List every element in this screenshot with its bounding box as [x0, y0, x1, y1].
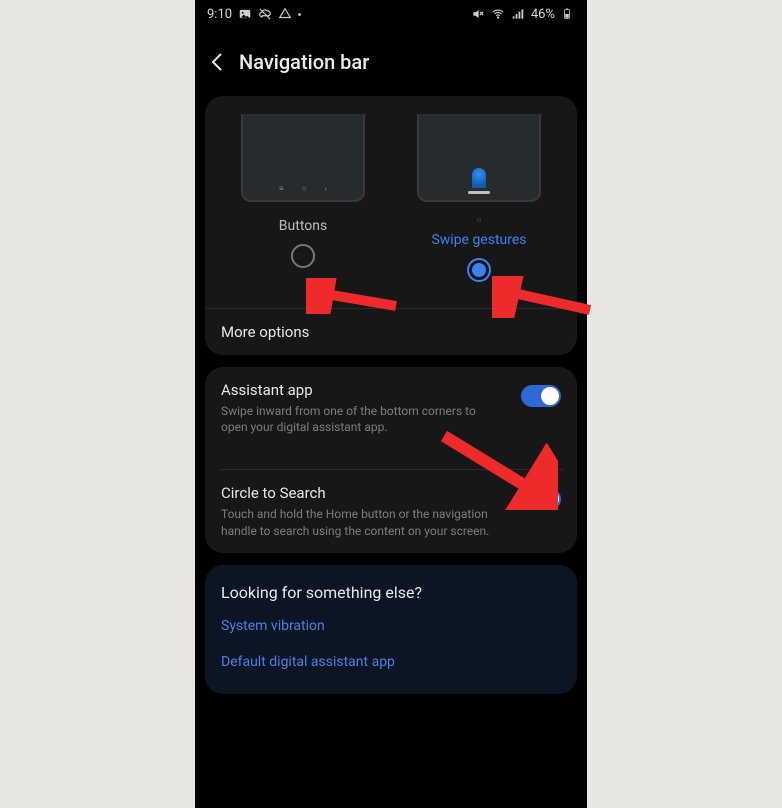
circle-to-search-row[interactable]: Circle to Search Touch and hold the Home…: [205, 470, 577, 552]
nav-type-option-buttons[interactable]: ≡○‹ Buttons: [233, 114, 373, 282]
circle-to-search-toggle[interactable]: [521, 488, 561, 510]
assistant-app-toggle[interactable]: [521, 385, 561, 407]
setting-subtitle: Swipe inward from one of the bottom corn…: [221, 403, 509, 435]
link-default-assistant[interactable]: Default digital assistant app: [205, 644, 577, 680]
setting-subtitle: Touch and hold the Home button or the na…: [221, 506, 509, 538]
nav-type-card: ≡○‹ Buttons ○ Swipe gestures: [205, 96, 577, 355]
setting-title: Assistant app: [221, 381, 509, 399]
cloud-off-icon: [258, 7, 272, 21]
setting-title: Circle to Search: [221, 484, 509, 502]
status-bar: 9:10: [195, 0, 587, 28]
header: Navigation bar: [195, 28, 587, 90]
more-options-label: More options: [221, 323, 309, 341]
battery-icon: [561, 7, 575, 21]
nav-type-option-gestures[interactable]: ○ Swipe gestures: [409, 114, 549, 282]
preview-gestures: [417, 114, 541, 202]
radio-buttons[interactable]: [291, 244, 315, 268]
mute-icon: [471, 7, 485, 21]
drive-icon: [278, 7, 292, 21]
option-label: Buttons: [279, 218, 327, 234]
wifi-icon: [491, 7, 505, 21]
looking-for-title: Looking for something else?: [205, 565, 577, 608]
radio-gestures[interactable]: [467, 258, 491, 282]
looking-for-card: Looking for something else? System vibra…: [205, 565, 577, 694]
preview-buttons: ≡○‹: [241, 114, 365, 202]
phone-frame: 9:10: [195, 0, 587, 808]
photo-icon: [238, 7, 252, 21]
link-system-vibration[interactable]: System vibration: [205, 608, 577, 644]
status-battery-text: 46%: [531, 7, 555, 22]
assistant-app-row[interactable]: Assistant app Swipe inward from one of t…: [205, 367, 577, 449]
status-time: 9:10: [207, 7, 232, 22]
more-options-row[interactable]: More options: [205, 309, 577, 355]
page-title: Navigation bar: [239, 50, 369, 74]
option-label: Swipe gestures: [431, 232, 526, 248]
signal-icon: [511, 7, 525, 21]
settings-card: Assistant app Swipe inward from one of t…: [205, 367, 577, 553]
more-dot-icon: [298, 13, 301, 16]
back-icon[interactable]: [211, 52, 223, 72]
